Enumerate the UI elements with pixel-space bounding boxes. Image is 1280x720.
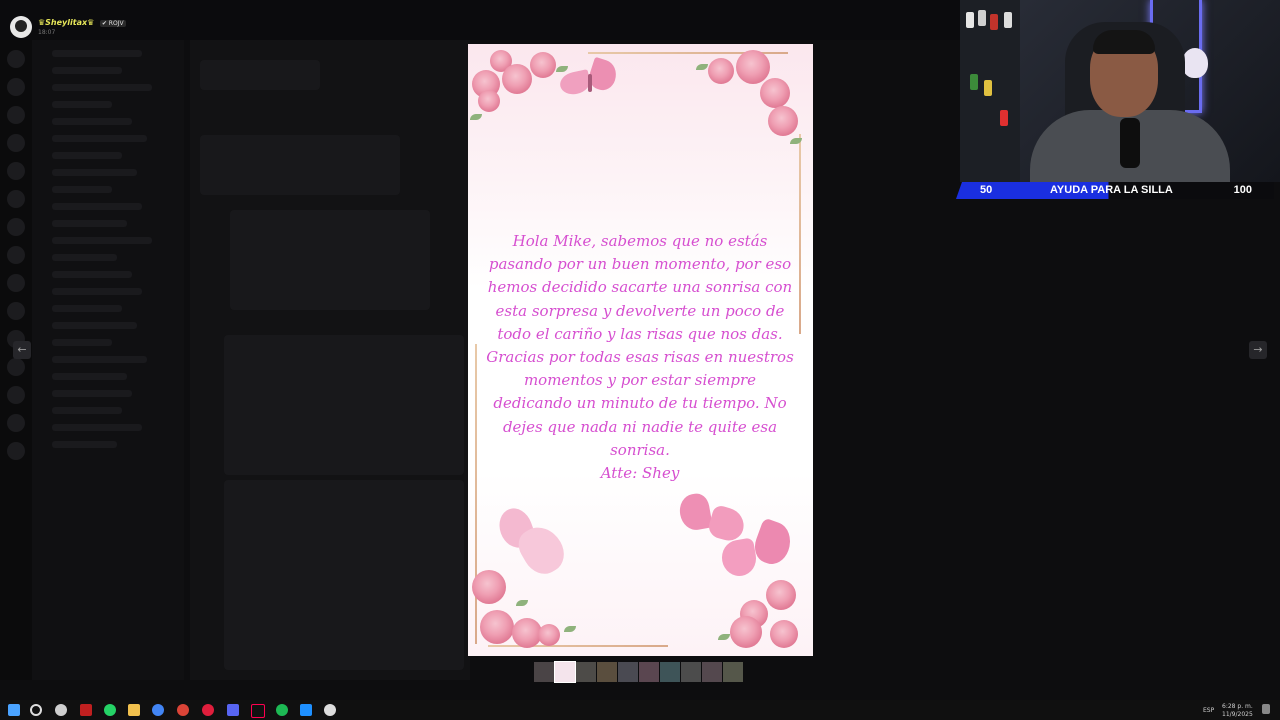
channel-list	[32, 40, 184, 680]
chat-area	[190, 40, 470, 680]
app-icon[interactable]	[324, 704, 336, 716]
app-icon[interactable]	[300, 704, 312, 716]
donation-goal-bar: 50 AYUDA PARA LA SILLA 100	[956, 182, 1274, 199]
thumbnail[interactable]	[618, 662, 638, 682]
app-icon[interactable]	[80, 704, 92, 716]
chrome-icon[interactable]	[177, 704, 189, 716]
alien-icon	[1182, 48, 1208, 78]
thumbnail[interactable]	[597, 662, 617, 682]
letter-body: Hola Mike, sabemos que no estás pasando …	[486, 232, 794, 459]
windows-taskbar: ESP 6:28 p. m. 11/9/2025	[0, 700, 1280, 720]
thumbnail[interactable]	[723, 662, 743, 682]
goal-target: 100	[1233, 184, 1252, 196]
search-icon[interactable]	[30, 704, 42, 716]
chrome-icon[interactable]	[152, 704, 164, 716]
thumbnail-strip	[534, 661, 743, 683]
discord-icon[interactable]	[227, 704, 239, 716]
tray-language[interactable]: ESP	[1203, 707, 1214, 714]
streamer-profile[interactable]: ♛Sheylitax♛ ✔ ROJV 18:07	[10, 16, 126, 38]
thumbnail-active[interactable]	[554, 661, 576, 683]
arrow-left-icon[interactable]: ←	[13, 341, 31, 359]
profile-badge: ✔ ROJV	[99, 19, 126, 27]
tray-time[interactable]: 6:28 p. m.	[1222, 703, 1253, 710]
thumbnail[interactable]	[576, 662, 596, 682]
thumbnail[interactable]	[639, 662, 659, 682]
webcam-overlay	[960, 0, 1280, 182]
file-explorer-icon[interactable]	[128, 704, 140, 716]
butterfly-icon	[558, 56, 622, 104]
goal-label: AYUDA PARA LA SILLA	[1050, 184, 1173, 196]
thumbnail[interactable]	[660, 662, 680, 682]
server-list	[0, 40, 32, 680]
butterfly-icon	[494, 502, 572, 582]
clock-icon[interactable]	[55, 704, 67, 716]
goal-current: 50	[980, 184, 993, 196]
thumbnail[interactable]	[534, 662, 554, 682]
discord-title-bar	[0, 0, 960, 40]
thumbnail[interactable]	[681, 662, 701, 682]
thumbnail[interactable]	[702, 662, 722, 682]
opera-icon[interactable]	[202, 704, 214, 716]
image-viewer-card: Hola Mike, sabemos que no estás pasando …	[468, 44, 813, 656]
spotify-icon[interactable]	[276, 704, 288, 716]
avatar[interactable]	[10, 16, 32, 38]
notification-icon[interactable]	[1262, 704, 1270, 714]
tiktok-icon[interactable]	[251, 704, 265, 718]
profile-name: ♛Sheylitax♛	[38, 17, 95, 27]
whatsapp-icon[interactable]	[104, 704, 116, 716]
letter-text: Hola Mike, sabemos que no estás pasando …	[486, 230, 794, 485]
profile-status: 18:07	[38, 28, 56, 36]
microphone-icon	[1120, 118, 1140, 168]
arrow-right-icon[interactable]: →	[1249, 341, 1267, 359]
letter-signature: Atte: Shey	[600, 464, 680, 483]
windows-start-icon[interactable]	[8, 704, 20, 716]
tray-date[interactable]: 11/9/2025	[1222, 711, 1253, 718]
